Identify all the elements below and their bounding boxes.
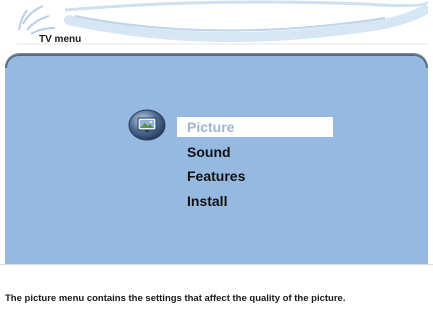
menu-item-install[interactable]: Install bbox=[177, 191, 333, 211]
menu-item-features[interactable]: Features bbox=[177, 166, 333, 186]
picture-icon bbox=[128, 109, 166, 141]
tv-menu: Picture Sound Features Install bbox=[0, 0, 433, 264]
menu-item-picture[interactable]: Picture bbox=[177, 117, 333, 137]
help-text: The picture menu contains the settings t… bbox=[5, 293, 346, 304]
menu-item-sound[interactable]: Sound bbox=[177, 142, 333, 162]
help-footer: The picture menu contains the settings t… bbox=[0, 265, 433, 324]
tv-menu-screen: TV menu Picture Sound Features Install T… bbox=[0, 0, 433, 324]
